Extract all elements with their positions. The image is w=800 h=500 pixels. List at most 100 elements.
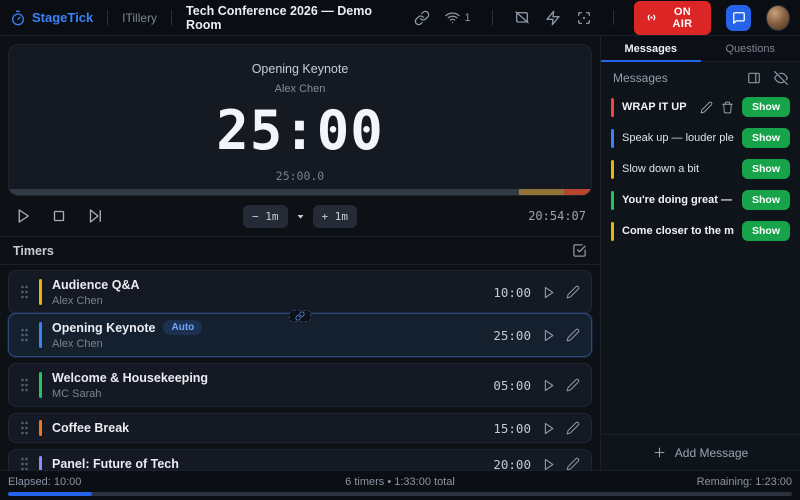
sidebar: Messages Questions Messages WRAP IT xyxy=(600,36,800,470)
stopwatch-icon xyxy=(10,10,26,26)
message-text: Come closer to the mic xyxy=(622,225,734,237)
timer-row[interactable]: Welcome & Housekeeping MC Sarah 05:00 xyxy=(8,363,592,407)
row-play-icon[interactable] xyxy=(541,421,556,436)
timer-row-clipped[interactable]: Panel: Future of Tech 20:00 xyxy=(8,449,592,470)
drag-handle-icon[interactable] xyxy=(20,457,29,470)
show-progress-track[interactable] xyxy=(8,492,792,496)
row-play-icon[interactable] xyxy=(541,457,556,471)
row-edit-icon[interactable] xyxy=(566,457,580,470)
countdown-detail: 25:00.0 xyxy=(276,169,324,183)
show-message-button[interactable]: Show xyxy=(742,128,790,148)
chat-button[interactable] xyxy=(726,5,750,31)
drag-handle-icon[interactable] xyxy=(20,285,29,299)
focus-mode-icon[interactable] xyxy=(576,10,592,26)
row-edit-icon[interactable] xyxy=(566,328,580,342)
flash-icon[interactable] xyxy=(545,10,561,26)
divider xyxy=(613,10,614,25)
timer-row[interactable]: Coffee Break 15:00 xyxy=(8,413,592,443)
show-progress-fill xyxy=(8,492,92,496)
show-message-button[interactable]: Show xyxy=(742,97,790,117)
timer-title: Opening Keynote xyxy=(52,321,155,335)
user-avatar[interactable] xyxy=(766,5,790,31)
zone-warning xyxy=(519,189,564,195)
row-play-icon[interactable] xyxy=(541,285,556,300)
timers-list: Audience Q&A Alex Chen 10:00 xyxy=(0,265,600,470)
add-message-label: Add Message xyxy=(675,446,748,460)
transport-bar: − 1m + 1m 20:54:07 xyxy=(0,196,600,236)
auto-badge: Auto xyxy=(163,320,202,335)
timer-speaker: MC Sarah xyxy=(52,388,483,400)
message-accent xyxy=(611,98,614,117)
show-message-button[interactable]: Show xyxy=(742,190,790,210)
message-accent xyxy=(611,129,614,148)
brand: StageTick xyxy=(10,10,93,26)
row-edit-icon[interactable] xyxy=(566,378,580,392)
row-edit-icon[interactable] xyxy=(566,285,580,299)
message-item[interactable]: WRAP IT UP Show xyxy=(611,95,790,119)
message-item[interactable]: You're doing great — ... Show xyxy=(611,188,790,212)
message-edit-icon[interactable] xyxy=(700,101,713,114)
zone-normal xyxy=(9,189,519,195)
zone-danger xyxy=(564,189,591,195)
on-air-label: ON AIR xyxy=(664,6,700,30)
message-list: WRAP IT UP Show Speak up — louder ple...… xyxy=(601,93,800,243)
row-edit-icon[interactable] xyxy=(566,421,580,435)
message-text: You're doing great — ... xyxy=(622,194,734,206)
timer-title: Coffee Break xyxy=(52,421,129,435)
sidebar-spacer xyxy=(601,243,800,434)
timer-title: Audience Q&A xyxy=(52,278,140,292)
divider xyxy=(492,10,493,25)
timer-accent xyxy=(39,420,42,436)
timer-display-card: Opening Keynote Alex Chen 25:00 25:00.0 xyxy=(8,44,592,196)
eye-off-icon[interactable] xyxy=(774,71,788,85)
minus-1m-button[interactable]: − 1m xyxy=(243,205,288,228)
content: Opening Keynote Alex Chen 25:00 25:00.0 xyxy=(0,36,800,470)
countdown-time: 25:00 xyxy=(216,104,384,158)
main-panel: Opening Keynote Alex Chen 25:00 25:00.0 xyxy=(0,36,600,470)
timer-duration: 25:00 xyxy=(493,328,531,343)
divider xyxy=(107,10,108,25)
drag-handle-icon[interactable] xyxy=(20,328,29,342)
on-air-button[interactable]: ON AIR xyxy=(634,1,711,35)
adjust-dropdown-icon[interactable] xyxy=(294,212,307,221)
timer-info: Audience Q&A Alex Chen xyxy=(52,278,483,307)
timer-row[interactable]: Audience Q&A Alex Chen 10:00 xyxy=(8,270,592,314)
row-play-icon[interactable] xyxy=(541,328,556,343)
timers-summary: 6 timers • 1:33:00 total xyxy=(0,476,800,488)
row-play-icon[interactable] xyxy=(541,378,556,393)
broadcast-icon xyxy=(645,11,658,24)
message-delete-icon[interactable] xyxy=(721,101,734,114)
timers-title: Timers xyxy=(13,244,54,258)
app-window: StageTick ITillery Tech Conference 2026 … xyxy=(0,0,800,500)
play-button[interactable] xyxy=(14,207,32,225)
transport-controls xyxy=(14,207,104,225)
panel-layout-icon[interactable] xyxy=(747,71,761,85)
drag-handle-icon[interactable] xyxy=(20,378,29,392)
link-timers-connector[interactable] xyxy=(289,310,311,322)
wall-clock: 20:54:07 xyxy=(528,209,586,223)
add-message-button[interactable]: Add Message xyxy=(601,434,800,470)
timer-accent xyxy=(39,456,42,470)
messages-header: Messages xyxy=(601,62,800,93)
select-timers-icon[interactable] xyxy=(572,243,587,258)
skip-next-button[interactable] xyxy=(86,207,104,225)
tab-questions[interactable]: Questions xyxy=(701,36,800,61)
timer-duration: 20:00 xyxy=(493,457,531,471)
tab-messages[interactable]: Messages xyxy=(601,36,701,61)
display-off-icon[interactable] xyxy=(514,10,530,26)
plus-icon xyxy=(653,446,666,459)
plus-1m-button[interactable]: + 1m xyxy=(313,205,358,228)
timer-speaker: Alex Chen xyxy=(52,338,483,350)
message-accent xyxy=(611,191,614,210)
show-message-button[interactable]: Show xyxy=(742,221,790,241)
topbar-actions: 1 ON AIR xyxy=(414,1,790,35)
share-link-icon[interactable] xyxy=(414,10,430,26)
message-item[interactable]: Come closer to the mic Show xyxy=(611,219,790,243)
message-item[interactable]: Speak up — louder ple... Show xyxy=(611,126,790,150)
message-item[interactable]: Slow down a bit Show xyxy=(611,157,790,181)
timer-accent xyxy=(39,322,42,348)
stop-button[interactable] xyxy=(50,207,68,225)
drag-handle-icon[interactable] xyxy=(20,421,29,435)
show-message-button[interactable]: Show xyxy=(742,159,790,179)
status-bar: Elapsed: 10:00 6 timers • 1:33:00 total … xyxy=(0,470,800,500)
